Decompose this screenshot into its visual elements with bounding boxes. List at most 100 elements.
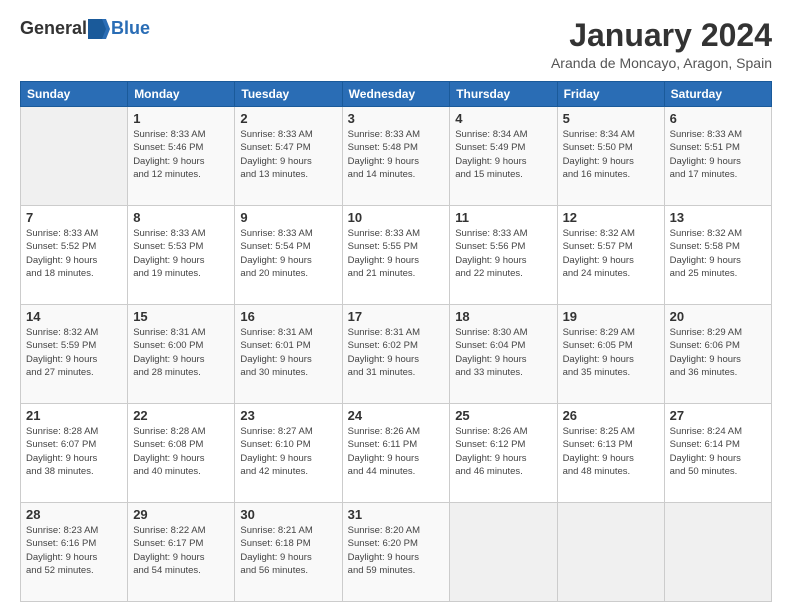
logo-blue: Blue: [111, 18, 150, 39]
day-number: 9: [240, 210, 336, 225]
day-info: Sunrise: 8:33 AMSunset: 5:48 PMDaylight:…: [348, 128, 445, 181]
day-number: 7: [26, 210, 122, 225]
day-number: 29: [133, 507, 229, 522]
day-cell: 2Sunrise: 8:33 AMSunset: 5:47 PMDaylight…: [235, 107, 342, 206]
day-number: 10: [348, 210, 445, 225]
day-cell: 31 Sunrise: 8:20 AMSunset: 6:20 PMDayligh…: [342, 503, 450, 602]
week-row-2: 7 Sunrise: 8:33 AMSunset: 5:52 PMDaylight…: [21, 206, 772, 305]
day-cell: 29 Sunrise: 8:22 AMSunset: 6:17 PMDayligh…: [128, 503, 235, 602]
day-number: 24: [348, 408, 445, 423]
day-info: Sunrise: 8:33 AMSunset: 5:54 PMDaylight:…: [240, 227, 336, 280]
logo: General Blue: [20, 18, 150, 39]
day-info: Sunrise: 8:23 AMSunset: 6:16 PMDaylight:…: [26, 524, 122, 577]
day-info: Sunrise: 8:21 AMSunset: 6:18 PMDaylight:…: [240, 524, 336, 577]
day-cell: 19 Sunrise: 8:29 AMSunset: 6:05 PMDayligh…: [557, 305, 664, 404]
day-number: 6: [670, 111, 766, 126]
day-info: Sunrise: 8:31 AMSunset: 6:02 PMDaylight:…: [348, 326, 445, 379]
day-cell: 9 Sunrise: 8:33 AMSunset: 5:54 PMDaylight…: [235, 206, 342, 305]
day-cell: 14 Sunrise: 8:32 AMSunset: 5:59 PMDayligh…: [21, 305, 128, 404]
header-cell-thursday: Thursday: [450, 82, 557, 107]
header-cell-monday: Monday: [128, 82, 235, 107]
day-number: 26: [563, 408, 659, 423]
day-info: Sunrise: 8:26 AMSunset: 6:11 PMDaylight:…: [348, 425, 445, 478]
day-cell: 26 Sunrise: 8:25 AMSunset: 6:13 PMDayligh…: [557, 404, 664, 503]
day-info: Sunrise: 8:33 AMSunset: 5:56 PMDaylight:…: [455, 227, 551, 280]
day-number: 22: [133, 408, 229, 423]
day-cell: 15Sunrise: 8:31 AMSunset: 6:00 PMDayligh…: [128, 305, 235, 404]
day-cell: 6 Sunrise: 8:33 AMSunset: 5:51 PMDaylight…: [664, 107, 771, 206]
day-info: Sunrise: 8:33 AMSunset: 5:52 PMDaylight:…: [26, 227, 122, 280]
day-number: 14: [26, 309, 122, 324]
header-cell-tuesday: Tuesday: [235, 82, 342, 107]
header-cell-saturday: Saturday: [664, 82, 771, 107]
day-number: 28: [26, 507, 122, 522]
day-number: 21: [26, 408, 122, 423]
day-info: Sunrise: 8:29 AMSunset: 6:05 PMDaylight:…: [563, 326, 659, 379]
day-cell: [664, 503, 771, 602]
title-area: January 2024 Aranda de Moncayo, Aragon, …: [551, 18, 772, 71]
day-info: Sunrise: 8:29 AMSunset: 6:06 PMDaylight:…: [670, 326, 766, 379]
header-row: SundayMondayTuesdayWednesdayThursdayFrid…: [21, 82, 772, 107]
day-info: Sunrise: 8:25 AMSunset: 6:13 PMDaylight:…: [563, 425, 659, 478]
logo-general: General: [20, 18, 87, 39]
day-cell: 5Sunrise: 8:34 AMSunset: 5:50 PMDaylight…: [557, 107, 664, 206]
day-info: Sunrise: 8:32 AMSunset: 5:59 PMDaylight:…: [26, 326, 122, 379]
day-number: 19: [563, 309, 659, 324]
day-number: 5: [563, 111, 659, 126]
day-number: 20: [670, 309, 766, 324]
day-number: 17: [348, 309, 445, 324]
day-number: 11: [455, 210, 551, 225]
day-cell: 7 Sunrise: 8:33 AMSunset: 5:52 PMDaylight…: [21, 206, 128, 305]
day-number: 13: [670, 210, 766, 225]
week-row-3: 14 Sunrise: 8:32 AMSunset: 5:59 PMDayligh…: [21, 305, 772, 404]
day-number: 12: [563, 210, 659, 225]
day-number: 4: [455, 111, 551, 126]
day-info: Sunrise: 8:24 AMSunset: 6:14 PMDaylight:…: [670, 425, 766, 478]
header: General Blue January 2024 Aranda de Monc…: [20, 18, 772, 71]
calendar-title: January 2024: [551, 18, 772, 53]
day-cell: 18Sunrise: 8:30 AMSunset: 6:04 PMDayligh…: [450, 305, 557, 404]
day-info: Sunrise: 8:30 AMSunset: 6:04 PMDaylight:…: [455, 326, 551, 379]
day-cell: 4 Sunrise: 8:34 AMSunset: 5:49 PMDaylight…: [450, 107, 557, 206]
day-info: Sunrise: 8:33 AMSunset: 5:47 PMDaylight:…: [240, 128, 336, 181]
day-info: Sunrise: 8:28 AMSunset: 6:08 PMDaylight:…: [133, 425, 229, 478]
day-number: 30: [240, 507, 336, 522]
day-info: Sunrise: 8:33 AMSunset: 5:51 PMDaylight:…: [670, 128, 766, 181]
day-info: Sunrise: 8:34 AMSunset: 5:49 PMDaylight:…: [455, 128, 551, 181]
day-cell: [450, 503, 557, 602]
day-cell: 8Sunrise: 8:33 AMSunset: 5:53 PMDaylight…: [128, 206, 235, 305]
day-info: Sunrise: 8:20 AMSunset: 6:20 PMDaylight:…: [348, 524, 445, 577]
day-number: 25: [455, 408, 551, 423]
day-cell: 20 Sunrise: 8:29 AMSunset: 6:06 PMDayligh…: [664, 305, 771, 404]
day-cell: 12Sunrise: 8:32 AMSunset: 5:57 PMDayligh…: [557, 206, 664, 305]
day-number: 1: [133, 111, 229, 126]
day-cell: 21 Sunrise: 8:28 AMSunset: 6:07 PMDayligh…: [21, 404, 128, 503]
calendar-subtitle: Aranda de Moncayo, Aragon, Spain: [551, 55, 772, 71]
day-cell: 17 Sunrise: 8:31 AMSunset: 6:02 PMDayligh…: [342, 305, 450, 404]
day-cell: [21, 107, 128, 206]
day-cell: 23 Sunrise: 8:27 AMSunset: 6:10 PMDayligh…: [235, 404, 342, 503]
header-cell-friday: Friday: [557, 82, 664, 107]
day-cell: 11 Sunrise: 8:33 AMSunset: 5:56 PMDayligh…: [450, 206, 557, 305]
day-number: 8: [133, 210, 229, 225]
day-cell: 28 Sunrise: 8:23 AMSunset: 6:16 PMDayligh…: [21, 503, 128, 602]
header-cell-sunday: Sunday: [21, 82, 128, 107]
day-info: Sunrise: 8:32 AMSunset: 5:58 PMDaylight:…: [670, 227, 766, 280]
day-number: 27: [670, 408, 766, 423]
day-info: Sunrise: 8:28 AMSunset: 6:07 PMDaylight:…: [26, 425, 122, 478]
day-cell: 10 Sunrise: 8:33 AMSunset: 5:55 PMDayligh…: [342, 206, 450, 305]
day-info: Sunrise: 8:31 AMSunset: 6:00 PMDaylight:…: [133, 326, 229, 379]
day-number: 23: [240, 408, 336, 423]
day-number: 31: [348, 507, 445, 522]
day-cell: 30 Sunrise: 8:21 AMSunset: 6:18 PMDayligh…: [235, 503, 342, 602]
day-info: Sunrise: 8:33 AMSunset: 5:55 PMDaylight:…: [348, 227, 445, 280]
day-info: Sunrise: 8:33 AMSunset: 5:46 PMDaylight:…: [133, 128, 229, 181]
day-cell: 25Sunrise: 8:26 AMSunset: 6:12 PMDayligh…: [450, 404, 557, 503]
day-info: Sunrise: 8:27 AMSunset: 6:10 PMDaylight:…: [240, 425, 336, 478]
page: General Blue January 2024 Aranda de Monc…: [0, 0, 792, 612]
day-cell: [557, 503, 664, 602]
week-row-4: 21 Sunrise: 8:28 AMSunset: 6:07 PMDayligh…: [21, 404, 772, 503]
day-info: Sunrise: 8:31 AMSunset: 6:01 PMDaylight:…: [240, 326, 336, 379]
day-info: Sunrise: 8:22 AMSunset: 6:17 PMDaylight:…: [133, 524, 229, 577]
day-cell: 22 Sunrise: 8:28 AMSunset: 6:08 PMDayligh…: [128, 404, 235, 503]
